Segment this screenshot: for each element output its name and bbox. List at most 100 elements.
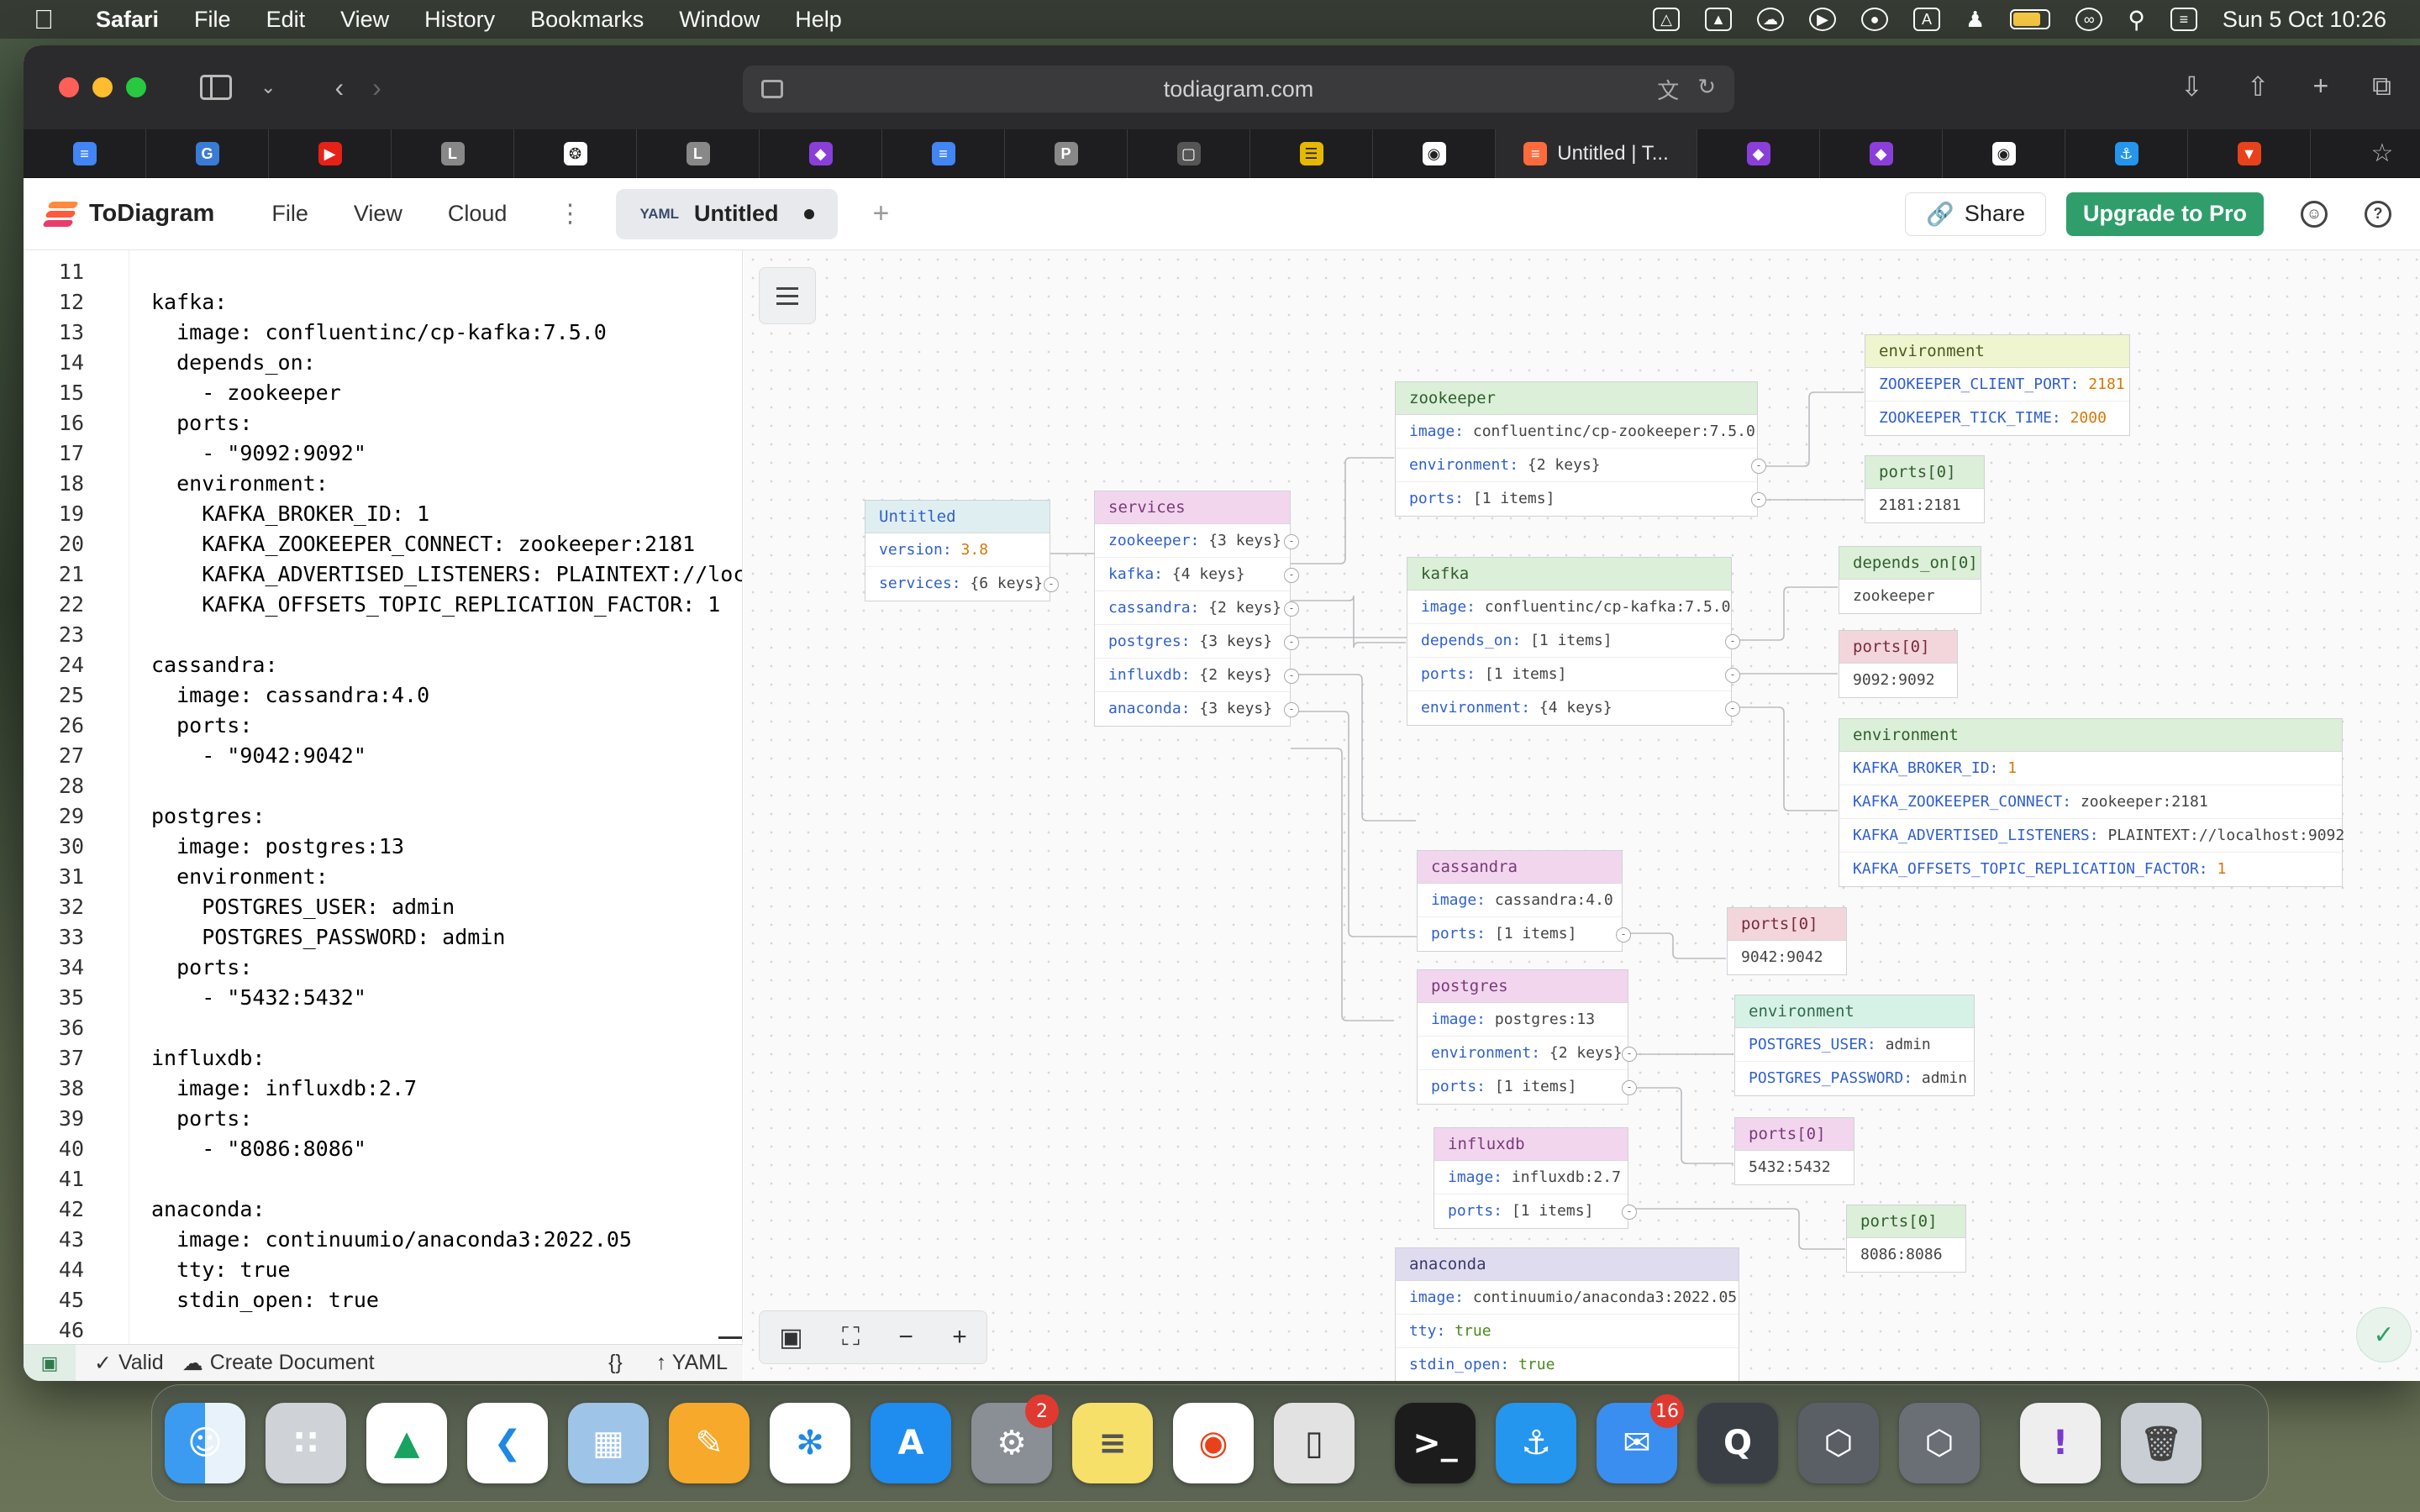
tab-google-docs-2[interactable]: ≡ [882,129,1005,178]
code-line[interactable]: 18 environment: [24,469,742,499]
app-menu-file[interactable]: File [271,201,308,227]
code-line[interactable]: 42 anaconda: [24,1194,742,1225]
tab-github-2[interactable]: ◉ [1943,129,2065,178]
code-line[interactable]: 11 [24,257,742,287]
collapse-handle-icon[interactable]: - [1284,702,1299,717]
battery-icon[interactable] [2010,9,2051,29]
tab-video[interactable]: ▢ [1128,129,1250,178]
bookmark-star-icon[interactable]: ☆ [2344,129,2420,177]
node-row[interactable]: image: confluentinc/cp-kafka:7.5.0 [1407,591,1731,624]
tab-stack[interactable]: ☰ [1250,129,1373,178]
format-json-button[interactable]: {} [608,1351,623,1375]
share-icon[interactable]: ⇧ [2247,71,2270,102]
code-line[interactable]: 40 - "8086:8086" [24,1134,742,1164]
control-center-icon[interactable]: ≡ [2170,8,2197,31]
node-cassandra[interactable]: cassandra image: cassandra:4.0 ports: [1 i… [1417,850,1631,952]
menu-help[interactable]: Help [795,7,842,33]
tab-chatgpt[interactable]: ❂ [514,129,637,178]
editor-scrollbar[interactable] [718,1336,742,1339]
apple-menu-icon[interactable]:  [34,4,62,35]
collapse-handle-icon[interactable]: - [1751,459,1766,474]
node-row[interactable]: image: confluentinc/cp-zookeeper:7.5.0 [1396,415,1757,449]
weather-icon[interactable]: ☁ [1757,8,1785,31]
menu-window[interactable]: Window [679,7,760,33]
node-row[interactable]: kafka: {4 keys} - [1095,558,1299,591]
image-icon[interactable]: ▲ [1705,8,1733,31]
zoom-window-button[interactable] [126,77,146,97]
app-menu-cloud[interactable]: Cloud [448,201,508,227]
iphone-mirroring-icon[interactable]: ▯ [1274,1403,1355,1483]
safari-icon[interactable]: ✻ [770,1403,850,1483]
node-row[interactable]: tty: true [1396,1315,1739,1348]
collapse-handle-icon[interactable]: - [1044,577,1059,592]
collapse-handle-icon[interactable]: - [1622,1080,1637,1095]
tab-translate[interactable]: G [146,129,269,178]
tab-google-docs[interactable]: ≡ [24,129,146,178]
chrome-icon[interactable]: ◉ [1173,1403,1254,1483]
collapse-handle-icon[interactable]: - [1622,1205,1637,1220]
page-menu-icon[interactable] [761,80,783,98]
quicktime-icon[interactable]: Q [1697,1403,1778,1483]
zoom-out-icon[interactable]: − [898,1323,913,1352]
translate-icon[interactable]: 文 [1657,74,1679,105]
node-row[interactable]: KAFKA_ZOOKEEPER_CONNECT: zookeeper:2181 [1839,785,2342,819]
code-line[interactable]: 17 - "9092:9092" [24,438,742,469]
tab-todiagram[interactable]: ≡ Untitled | T... [1496,129,1697,178]
node-row[interactable]: zookeeper: {3 keys} - [1095,524,1299,558]
collapse-handle-icon[interactable]: - [1284,635,1299,650]
search-icon[interactable]: ⚲ [2128,6,2145,34]
code-line[interactable]: 15 - zookeeper [24,378,742,408]
node-row[interactable]: image: cassandra:4.0 [1418,884,1622,917]
node-untitled[interactable]: Untitled version: 3.8 services: {6 keys} - [865,500,1059,601]
code-line[interactable]: 31 environment: [24,862,742,892]
code-line[interactable]: 41 [24,1164,742,1194]
fit-view-icon[interactable]: ⛶ [842,1323,860,1352]
node-row[interactable]: KAFKA_ADVERTISED_LISTENERS: PLAINTEXT://… [1839,819,2344,853]
node-row[interactable]: KAFKA_OFFSETS_TOPIC_REPLICATION_FACTOR: … [1839,853,2342,886]
node-zookeeper[interactable]: zookeeper image: confluentinc/cp-zookeepe… [1395,381,1766,517]
tab-red-app[interactable]: ▼ [2188,129,2311,178]
code-line[interactable]: 29 postgres: [24,801,742,832]
create-document-button[interactable]: ☁ Create Document [182,1351,375,1376]
more-options-icon[interactable]: ⋮ [557,199,582,228]
code-line[interactable]: 32 POSTGRES_USER: admin [24,892,742,922]
menu-view[interactable]: View [340,7,389,33]
tab-github[interactable]: ◉ [1373,129,1496,178]
node-influxdb[interactable]: influxdb image: influxdb:2.7 ports: [1 ite… [1434,1127,1637,1229]
node-row[interactable]: ports: [1 items] - [1418,1070,1637,1104]
node-row[interactable]: 8086:8086 [1847,1238,1965,1272]
node-row[interactable]: POSTGRES_PASSWORD: admin [1735,1062,1974,1095]
code-line[interactable]: 30 image: postgres:13 [24,832,742,862]
code-line[interactable]: 35 - "5432:5432" [24,983,742,1013]
code-line[interactable]: 44 tty: true [24,1255,742,1285]
menu-history[interactable]: History [424,7,495,33]
diagram-canvas[interactable]: Untitled version: 3.8 services: {6 keys} - s… [744,250,2420,1381]
collapse-handle-icon[interactable]: - [1284,669,1299,684]
google-drive-icon[interactable]: ▲ [366,1403,447,1483]
code-line[interactable]: 27 - "9042:9042" [24,741,742,771]
code-line[interactable]: 25 image: cassandra:4.0 [24,680,742,711]
cube-icon[interactable]: △ [1653,8,1681,31]
node-services[interactable]: services zookeeper: {3 keys} - kafka: {4 ke… [1094,491,1299,727]
node-postgres[interactable]: postgres image: postgres:13 environment: {… [1417,969,1637,1105]
code-line[interactable]: 13 image: confluentinc/cp-kafka:7.5.0 [24,318,742,348]
launchpad-icon[interactable]: ∷ [266,1403,346,1483]
code-line[interactable]: 45 stdin_open: true [24,1285,742,1315]
collapse-handle-icon[interactable]: - [1284,568,1299,583]
node-row[interactable]: version: 3.8 [865,533,1050,567]
node-row[interactable]: ZOOKEEPER_TICK_TIME: 2000 [1865,402,2129,435]
node-row[interactable]: anaconda: {3 keys} - [1095,692,1299,726]
trash-icon[interactable]: 🗑 [2121,1403,2202,1483]
code-line[interactable]: 22 KAFKA_OFFSETS_TOPIC_REPLICATION_FACTO… [24,590,742,620]
person-icon[interactable]: ♟ [1965,7,1985,33]
link-icon[interactable]: ∞ [2075,8,2103,31]
vscode-icon[interactable]: ❮ [467,1403,548,1483]
node-row[interactable]: ports: [1 items] - [1418,917,1631,951]
node-row[interactable]: 2181:2181 [1865,489,1984,522]
new-tab-icon[interactable]: + [2312,71,2328,102]
node-row[interactable]: zookeeper [1839,580,1981,613]
pages-icon[interactable]: ✎ [669,1403,750,1483]
tab-p-site[interactable]: P [1005,129,1128,178]
play-icon[interactable]: ▶ [1809,8,1837,31]
code-line[interactable]: 14 depends_on: [24,348,742,378]
